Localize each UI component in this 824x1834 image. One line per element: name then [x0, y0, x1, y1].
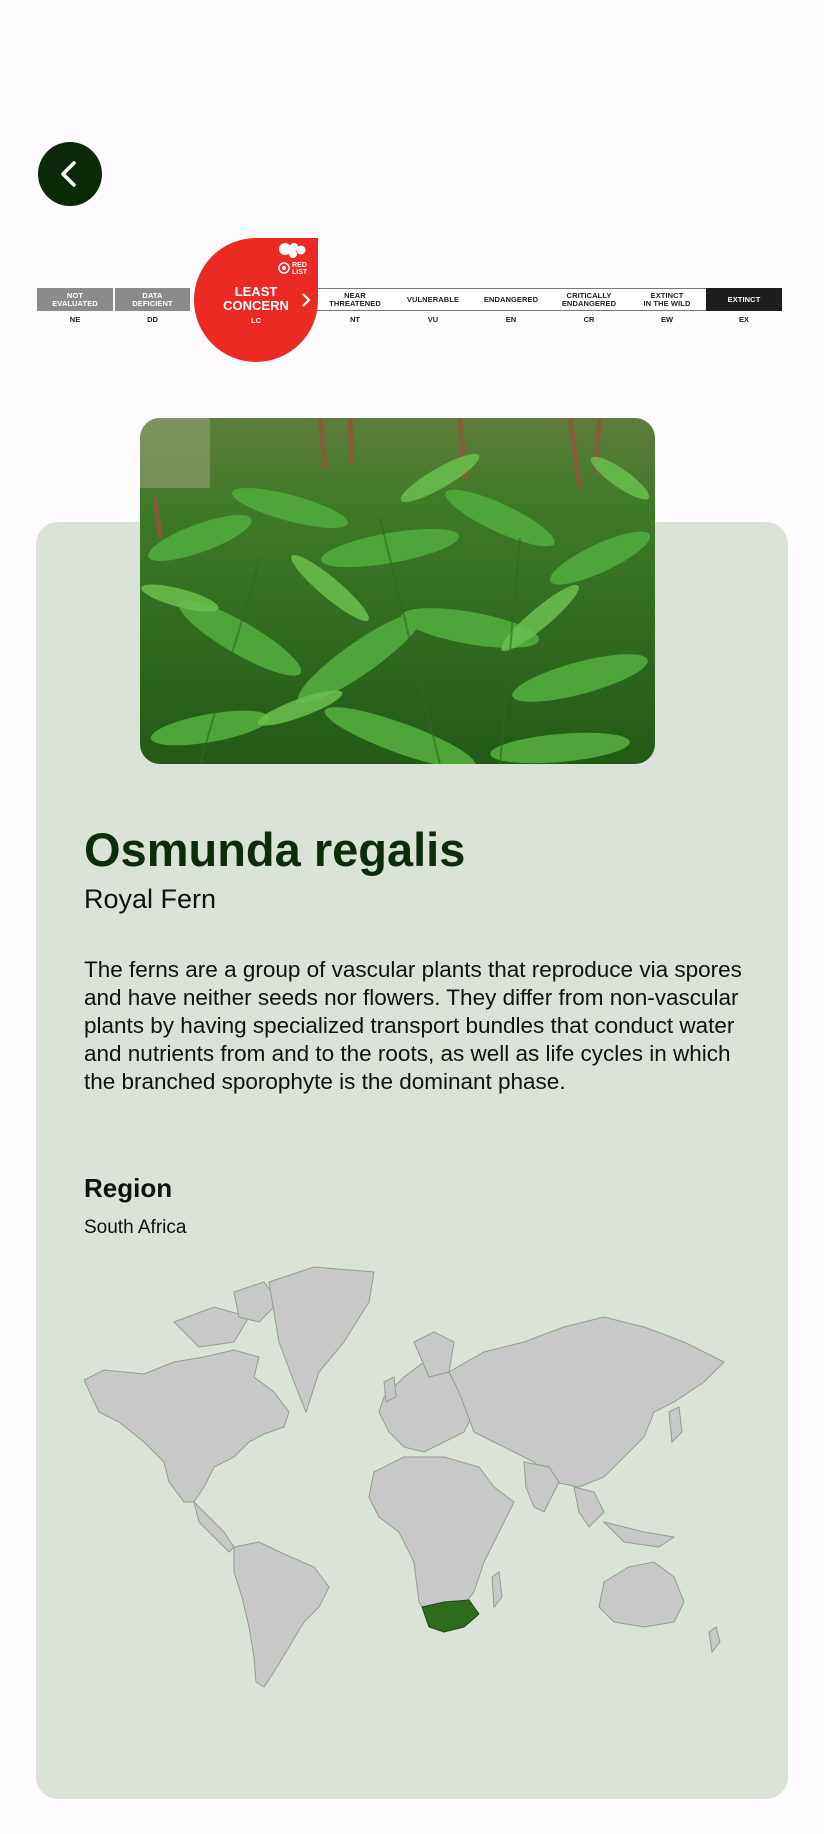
category-cr: CRITICALLY ENDANGERED	[550, 288, 628, 311]
category-cr-abbr: CR	[583, 315, 595, 324]
chevron-left-icon	[61, 161, 76, 187]
species-common-name: Royal Fern	[84, 884, 217, 914]
chevron-right-icon	[302, 293, 311, 307]
map-region-highlight	[421, 1599, 480, 1633]
svg-text:RED: RED	[292, 262, 307, 269]
category-dd: DATA DEFICIENT	[115, 288, 190, 311]
category-ex-abbr: EX	[738, 315, 749, 324]
back-button[interactable]	[38, 142, 102, 206]
category-en: ENDANGERED	[472, 288, 550, 311]
category-ew-abbr: EW	[660, 315, 674, 324]
species-description: The ferns are a group of vascular plants…	[84, 957, 742, 1094]
category-vu-abbr: VU	[427, 315, 439, 324]
category-en-abbr: EN	[505, 315, 517, 324]
category-lc: LEAST CONCERN	[223, 284, 289, 313]
category-nt-abbr: NT	[350, 315, 360, 324]
world-map	[83, 1262, 740, 1694]
category-ne-abbr: NE	[69, 315, 81, 324]
category-ew: EXTINCT IN THE WILD	[628, 288, 706, 311]
category-lc-abbr: LC	[251, 316, 261, 325]
category-vu: VULNERABLE	[394, 288, 472, 311]
species-photo	[140, 418, 655, 764]
red-list-scale: NOT EVALUATED NE DATA DEFICIENT DD NEAR …	[37, 238, 787, 362]
region-value: South Africa	[84, 1217, 187, 1238]
map-south-america	[233, 1541, 330, 1688]
map-asia	[448, 1316, 725, 1488]
category-ne: NOT EVALUATED	[37, 288, 113, 311]
category-ex: EXTINCT	[706, 288, 782, 311]
species-scientific-name: Osmunda regalis	[84, 823, 466, 876]
category-dd-abbr: DD	[147, 315, 158, 324]
map-africa	[368, 1456, 515, 1623]
map-greenland	[268, 1266, 375, 1414]
map-north-america	[83, 1349, 290, 1503]
map-australia	[598, 1561, 685, 1628]
svg-text:LIST: LIST	[292, 269, 308, 276]
category-nt: NEAR THREATENED	[316, 288, 394, 311]
region-heading: Region	[84, 1173, 173, 1203]
red-list-logo-icon: RED LIST	[278, 243, 308, 276]
